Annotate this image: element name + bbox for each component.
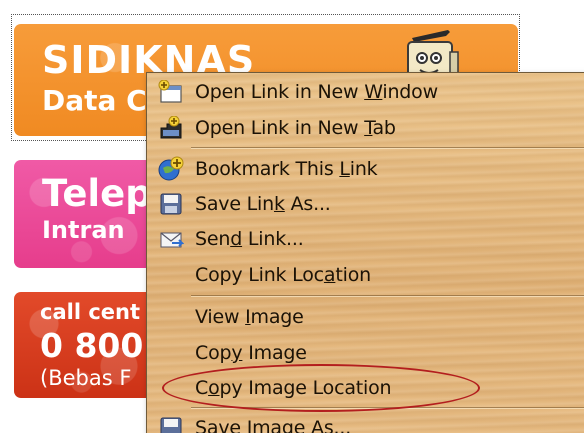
menu-item-view-image[interactable]: View Image xyxy=(147,300,584,334)
menu-item-label: Open Link in New Tab xyxy=(195,117,396,139)
menu-separator xyxy=(191,295,584,297)
call-center-banner[interactable]: call cent 0 800 (Bebas F xyxy=(14,292,164,398)
telepon-banner[interactable]: Telep Intran xyxy=(14,160,164,268)
banner-title: call cent xyxy=(40,300,141,324)
banner-subtitle: Intran xyxy=(42,216,125,244)
menu-item-bookmark-this-link[interactable]: Bookmark This Link xyxy=(147,152,584,186)
menu-item-copy-link-location[interactable]: Copy Link Location xyxy=(147,258,584,292)
menu-item-open-link-new-tab[interactable]: Open Link in New Tab xyxy=(147,111,584,145)
menu-item-label: View Image xyxy=(195,306,304,328)
menu-item-label: Bookmark This Link xyxy=(195,158,378,180)
menu-item-send-link[interactable]: Send Link... xyxy=(147,222,584,256)
menu-item-label: Copy Image xyxy=(195,342,307,364)
menu-item-label: Send Link... xyxy=(195,228,304,250)
menu-item-open-link-new-window[interactable]: Open Link in New Window xyxy=(147,75,584,109)
menu-item-copy-image[interactable]: Copy Image xyxy=(147,336,584,370)
save-image-icon xyxy=(155,412,187,433)
banner-note: (Bebas F xyxy=(40,366,132,390)
menu-item-copy-image-location[interactable]: Copy Image Location xyxy=(147,371,584,405)
menu-separator xyxy=(191,407,584,409)
menu-item-label: Open Link in New Window xyxy=(195,81,438,103)
banner-subtitle: Data C xyxy=(42,84,147,117)
menu-separator xyxy=(191,147,584,149)
menu-item-save-image-as[interactable]: Save Image As... xyxy=(147,411,584,433)
floppy-disk-icon xyxy=(155,188,187,220)
menu-item-label: Copy Image Location xyxy=(195,377,392,399)
new-window-icon xyxy=(155,76,187,108)
menu-item-label: Copy Link Location xyxy=(195,264,371,286)
bookmark-star-icon xyxy=(155,153,187,185)
context-menu: Open Link in New Window Open Link in New… xyxy=(146,72,584,433)
banner-phone: 0 800 xyxy=(40,326,144,365)
email-envelope-icon xyxy=(155,223,187,255)
banner-title: Telep xyxy=(42,172,152,215)
menu-item-label: Save Link As... xyxy=(195,193,331,215)
menu-item-label: Save Image As... xyxy=(195,417,352,433)
menu-item-save-link-as[interactable]: Save Link As... xyxy=(147,187,584,221)
new-tab-icon xyxy=(155,112,187,144)
